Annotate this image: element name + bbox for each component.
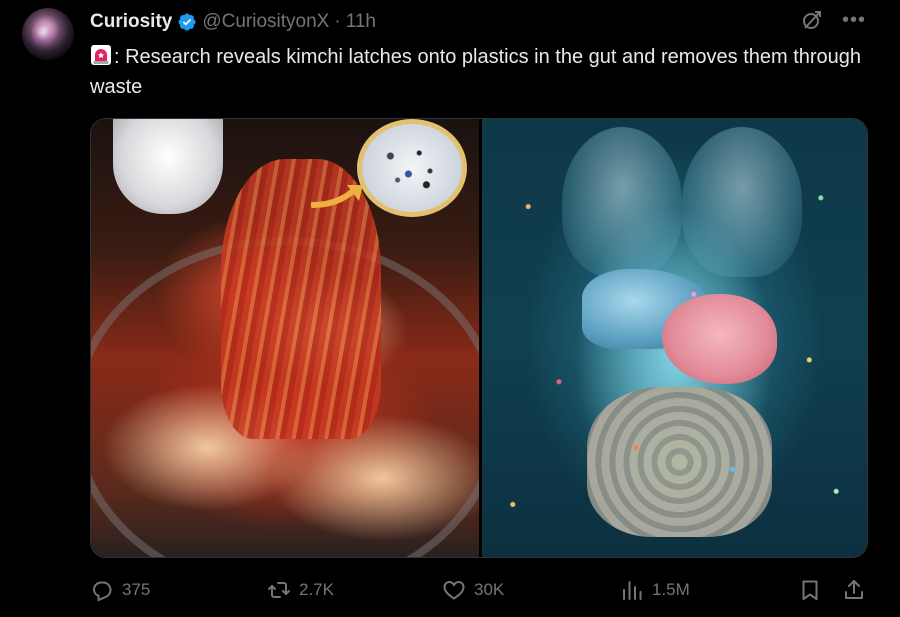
author-name[interactable]: Curiosity xyxy=(90,11,172,33)
author-handle[interactable]: @CuriosityonX xyxy=(202,11,329,33)
plastic-particles xyxy=(482,119,867,557)
views-button[interactable]: 1.5M xyxy=(620,578,690,602)
reply-icon xyxy=(92,581,112,602)
reply-count: 375 xyxy=(122,580,151,599)
repost-icon xyxy=(268,582,290,598)
more-icon[interactable]: ••• xyxy=(842,10,866,30)
top-actions: ••• xyxy=(800,8,866,32)
share-icon xyxy=(845,580,863,599)
repost-count: 2.7K xyxy=(299,580,334,599)
timestamp[interactable]: 11h xyxy=(346,11,376,33)
like-count: 30K xyxy=(474,580,505,599)
verified-badge-icon[interactable] xyxy=(177,12,197,32)
share-button[interactable] xyxy=(842,578,866,602)
tweet-body: : Research reveals kimchi latches onto p… xyxy=(90,46,862,98)
heart-icon xyxy=(443,580,465,600)
action-bar: 375 2.7K 30K 1.5M xyxy=(90,574,866,606)
microplastics-magnifier xyxy=(357,119,467,217)
reply-button[interactable]: 375 xyxy=(90,578,150,602)
like-button[interactable]: 30K xyxy=(442,578,504,602)
views-chart-icon xyxy=(623,581,642,600)
views-count: 1.5M xyxy=(652,580,690,599)
tweet-header: Curiosity @CuriosityonX · 11h xyxy=(90,10,376,34)
gloved-hand xyxy=(113,119,223,214)
rotating-light-icon xyxy=(91,45,111,65)
media-grid[interactable] xyxy=(90,118,868,558)
separator-dot: · xyxy=(334,11,341,32)
avatar[interactable] xyxy=(22,8,74,60)
repost-button[interactable]: 2.7K xyxy=(267,578,334,602)
anatomy-illustration[interactable] xyxy=(482,119,867,557)
kimchi-photo[interactable] xyxy=(91,119,479,557)
bookmark-button[interactable] xyxy=(798,578,822,602)
bookmark-icon xyxy=(802,580,818,600)
tweet-text: : Research reveals kimchi latches onto p… xyxy=(90,42,870,102)
grok-icon[interactable] xyxy=(800,8,824,32)
